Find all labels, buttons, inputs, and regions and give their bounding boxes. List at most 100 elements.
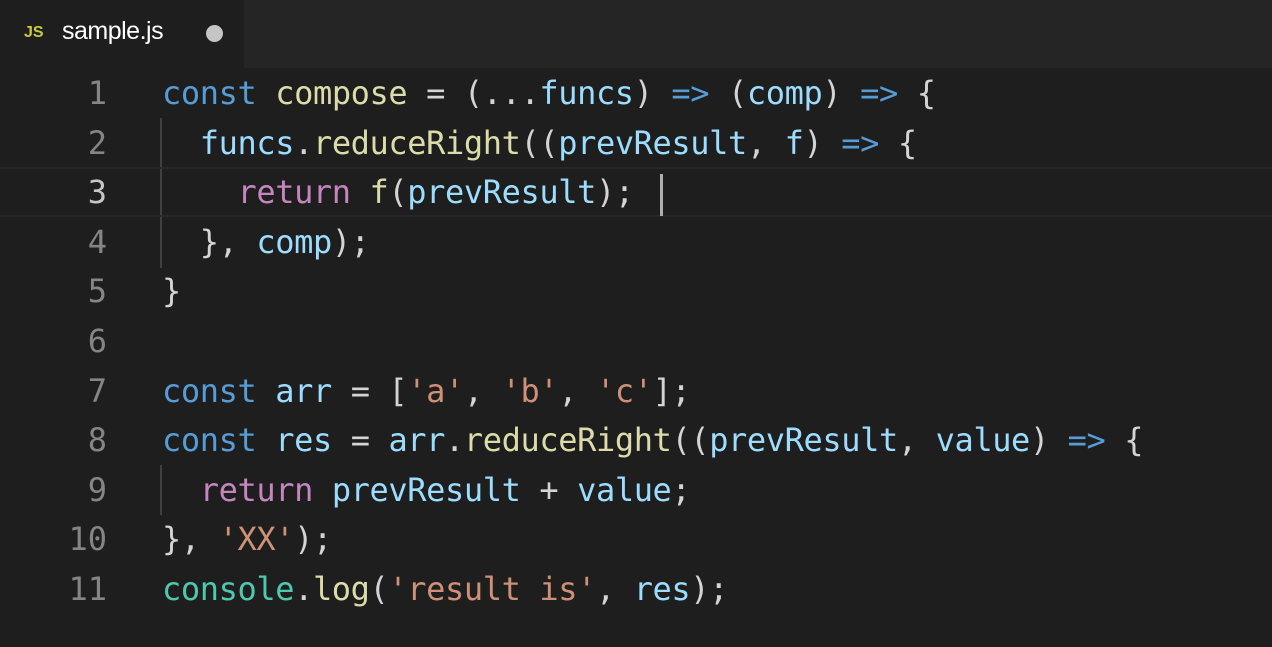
code-token: 'result is' [388,570,596,608]
code-token: (( [520,123,559,162]
code-token: ); [595,173,634,212]
code-token: compose [275,74,408,112]
tab-bar: JS sample.js [0,0,1272,68]
code-line[interactable]: 5} [0,266,1272,316]
code-text[interactable]: }, comp); [162,223,370,261]
code-token: 'XX' [218,520,295,559]
code-token: value [577,470,672,509]
code-line[interactable]: 11 console.log('result is', res); [0,564,1272,614]
code-line[interactable]: 8 const res = arr.reduceRight((prevResult… [0,415,1272,465]
code-area[interactable]: 1 const compose = (...funcs) => (comp) =>… [0,68,1272,647]
code-token: prevResult [407,173,596,212]
code-token: prevResult [331,470,521,509]
code-token: ) [822,74,861,112]
line-number: 11 [68,570,107,608]
code-editor[interactable]: JS sample.js 1 const compose = (...funcs)… [0,0,1272,647]
text-cursor [660,174,663,216]
line-number: 7 [87,371,107,410]
code-token: . [294,570,313,608]
code-token: ( [369,570,389,608]
code-token: comp [256,222,332,261]
code-token: ]; [652,371,691,410]
code-token: = (... [407,74,540,112]
code-token: f [369,173,389,212]
code-line[interactable]: 7 const arr = ['a', 'b', 'c']; [0,366,1272,416]
javascript-file-icon: JS [24,24,44,41]
line-number: 5 [87,272,107,311]
code-token: res [275,421,332,460]
code-line[interactable]: 4 }, comp); [0,217,1272,267]
tab-filename: sample.js [62,17,164,45]
line-number: 10 [68,520,107,559]
code-line[interactable]: 2 funcs.reduceRight((prevResult, f) => { [0,118,1272,168]
code-line[interactable]: 1 const compose = (...funcs) => (comp) =>… [0,68,1272,118]
code-token: (( [671,421,710,460]
tab-sample-js[interactable]: JS sample.js [0,0,244,68]
code-token: reduceRight [312,123,521,162]
code-token: => [671,74,710,112]
code-token: prevResult [558,123,747,162]
code-text[interactable]: }, 'XX'); [162,520,332,558]
code-token: arr [388,421,446,460]
code-token: , [746,123,785,162]
code-token: => [860,74,898,112]
code-token: value [935,421,1031,460]
code-token: prevResult [709,421,898,460]
code-token: => [841,123,879,162]
code-token: }, [162,520,219,559]
code-token: 'a' [407,371,464,410]
code-token: . [294,123,313,162]
code-token: , [595,570,634,608]
code-text[interactable]: } [162,272,181,310]
code-text[interactable]: const arr = ['a', 'b', 'c']; [162,371,691,410]
code-token: = [331,421,389,460]
code-token: 'b' [501,371,559,410]
code-token: + [520,470,578,509]
code-token: comp [746,74,823,112]
code-token: ) [633,74,672,112]
code-token: = [ [331,371,408,410]
code-text[interactable]: const res = arr.reduceRight((prevResult,… [162,421,1144,460]
code-token: ( [388,173,408,212]
code-token: return [199,470,314,509]
code-token: { [1105,421,1144,460]
code-token: . [445,421,464,460]
code-token: , [463,371,502,410]
line-number: 9 [87,470,107,509]
code-text[interactable]: return f(prevResult); [162,173,634,211]
code-token: ) [1029,421,1068,460]
code-token: => [1067,421,1106,460]
code-line[interactable]: 3 return f(prevResult); [0,167,1272,217]
code-line[interactable]: 10}, 'XX'); [0,514,1272,564]
code-line[interactable]: 9 return prevResult + value; [0,465,1272,515]
code-token: ); [690,570,729,608]
code-token: arr [275,371,332,410]
code-token: log [312,570,370,608]
code-text[interactable]: console.log('result is', res); [162,570,728,608]
code-text[interactable]: return prevResult + value; [162,470,691,509]
line-number: 3 [87,173,107,212]
code-token: ); [294,520,332,559]
line-number: 8 [87,421,107,460]
code-token: f [784,123,804,162]
code-token: const [162,421,257,460]
code-token: } [162,272,181,311]
code-token: { [897,74,936,112]
unsaved-changes-dot-icon[interactable] [206,25,223,42]
code-text[interactable]: const compose = (...funcs) => (comp) => … [162,74,936,112]
code-line[interactable]: 6 [0,316,1272,366]
code-token: return [237,173,351,212]
code-token: 'c' [595,371,653,410]
line-number: 2 [87,123,107,162]
code-text[interactable]: funcs.reduceRight((prevResult, f) => { [162,124,917,162]
code-token: , [558,371,596,410]
code-token: { [878,123,917,162]
line-number: 6 [87,322,107,360]
code-token: funcs [539,74,634,112]
code-token: const [162,371,257,410]
